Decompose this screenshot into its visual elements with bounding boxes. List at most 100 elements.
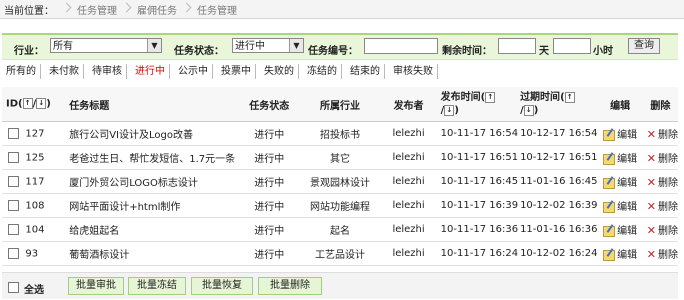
task-title-link[interactable]: 旅行公司VI设计及Logo改善	[69, 130, 193, 141]
task-pub-time: 10-11-17 16:39	[440, 200, 519, 211]
delete-link[interactable]: 删除	[658, 178, 678, 189]
edit-action[interactable]: 编辑	[597, 169, 643, 194]
pub-time-header: 发布时间(↑ / ↓)	[438, 87, 519, 122]
sort-down-icon[interactable]: ↓	[444, 104, 455, 116]
batch-delete-button[interactable]: 批量删除	[258, 277, 322, 295]
row-checkbox[interactable]	[8, 199, 19, 211]
task-end-time: 11-01-16 16:45	[520, 176, 598, 187]
sort-up-icon[interactable]: ↑	[485, 91, 496, 103]
sort-up-icon[interactable]: ↑	[22, 98, 33, 110]
edit-action[interactable]: 编辑	[597, 145, 643, 170]
sort-down-icon[interactable]: ↓	[523, 104, 534, 116]
tab-pending-review[interactable]: 待审核	[88, 64, 127, 79]
edit-link[interactable]: 编辑	[617, 226, 637, 237]
row-checkbox[interactable]	[8, 127, 19, 139]
edit-link[interactable]: 编辑	[617, 178, 637, 189]
tab-failed[interactable]: 失败的	[260, 64, 299, 79]
sort-up-icon[interactable]: ↑	[564, 91, 575, 103]
breadcrumb-item[interactable]: 任务管理	[72, 2, 122, 17]
sort-down-icon[interactable]: ↓	[36, 98, 47, 110]
edit-icon	[603, 153, 616, 165]
row-checkbox[interactable]	[8, 223, 19, 235]
tab-frozen[interactable]: 冻结的	[303, 64, 342, 79]
edit-link[interactable]: 编辑	[617, 250, 637, 261]
row-checkbox[interactable]	[8, 151, 19, 163]
batch-restore-button[interactable]: 批量恢复	[191, 277, 253, 295]
delete-link[interactable]: 删除	[658, 250, 678, 261]
query-button[interactable]: 查询	[628, 38, 660, 54]
status-label: 任务状态：	[174, 46, 224, 57]
delete-icon: ✕	[646, 176, 656, 190]
task-end-time: 10-12-17 16:51	[520, 152, 598, 163]
tab-voting[interactable]: 投票中	[217, 64, 256, 79]
delete-action[interactable]: ✕ 删除	[642, 217, 678, 242]
chevron-down-icon: ▼	[147, 39, 161, 52]
breadcrumb-item[interactable]: 雇佣任务	[132, 2, 182, 17]
id-header: ID(↑ / ↓)	[2, 87, 64, 122]
edit-action[interactable]: 编辑	[597, 193, 643, 218]
status-select[interactable]: 进行中 ▼	[232, 38, 304, 53]
tab-all[interactable]: 所有的	[2, 64, 41, 79]
task-title-link[interactable]: 老爸过生日、帮忙发短信、1.7元一条	[69, 154, 235, 165]
task-status: 进行中	[254, 130, 285, 141]
delete-link[interactable]: 删除	[658, 130, 678, 141]
table-row: 93 葡萄酒标设计 进行中 工艺品设计 lelezhi 10-11-17 16:…	[2, 241, 678, 266]
delete-action[interactable]: ✕ 删除	[642, 241, 678, 266]
task-end-time: 10-12-02 16:24	[520, 248, 598, 259]
breadcrumb-item[interactable]: 任务管理	[192, 2, 242, 17]
task-id: 127	[25, 128, 45, 140]
pub-time-header-label: 发布时间	[440, 92, 481, 103]
batch-action-bar: 全选 批量审批 批量冻结 批量恢复 批量删除	[2, 272, 678, 299]
industry-header: 所属行业	[301, 87, 379, 122]
publisher-header: 发布者	[378, 87, 439, 122]
status-select-value: 进行中	[235, 41, 265, 52]
delete-icon: ✕	[646, 248, 656, 262]
delete-action[interactable]: ✕ 删除	[642, 193, 678, 218]
task-publisher: lelezhi	[392, 224, 425, 235]
batch-freeze-button[interactable]: 批量冻结	[128, 277, 186, 295]
task-title-link[interactable]: 网站平面设计+html制作	[69, 202, 180, 213]
end-time-header-label: 过期时间	[520, 92, 561, 103]
remaining-hours-input[interactable]	[553, 38, 591, 54]
industry-select[interactable]: 所有 ▼	[50, 38, 162, 53]
end-time-header: 过期时间(↑ / ↓)	[518, 87, 598, 122]
chevron-right-icon	[182, 0, 192, 18]
row-checkbox[interactable]	[8, 247, 19, 259]
row-checkbox[interactable]	[8, 175, 19, 187]
edit-action[interactable]: 编辑	[597, 121, 643, 146]
tab-in-progress[interactable]: 进行中	[131, 64, 170, 79]
tab-ended[interactable]: 结束的	[346, 64, 385, 79]
select-all-label[interactable]: 全选	[24, 281, 44, 296]
chevron-down-icon: ▼	[289, 39, 303, 52]
remaining-time-label: 剩余时间：	[442, 46, 492, 57]
edit-link[interactable]: 编辑	[617, 154, 637, 165]
edit-link[interactable]: 编辑	[617, 130, 637, 141]
delete-action[interactable]: ✕ 删除	[642, 169, 678, 194]
tab-review-failed[interactable]: 审核失败	[389, 64, 438, 79]
task-title-link[interactable]: 葡萄酒标设计	[69, 250, 129, 261]
task-title-link[interactable]: 厦门外贸公司LOGO标志设计	[69, 178, 198, 189]
delete-link[interactable]: 删除	[658, 154, 678, 165]
delete-icon: ✕	[646, 200, 656, 214]
tab-public[interactable]: 公示中	[174, 64, 213, 79]
edit-link[interactable]: 编辑	[617, 202, 637, 213]
task-title-link[interactable]: 给虎姐起名	[69, 226, 119, 237]
task-industry: 起名	[329, 226, 350, 237]
task-id: 93	[25, 248, 39, 260]
delete-action[interactable]: ✕ 删除	[642, 121, 678, 146]
delete-action[interactable]: ✕ 删除	[642, 145, 678, 170]
batch-approve-button[interactable]: 批量审批	[68, 277, 124, 295]
edit-icon	[603, 177, 616, 189]
edit-action[interactable]: 编辑	[597, 241, 643, 266]
tab-unpaid[interactable]: 未付款	[45, 64, 84, 79]
delete-link[interactable]: 删除	[658, 226, 678, 237]
edit-action[interactable]: 编辑	[597, 217, 643, 242]
task-number-input[interactable]	[364, 38, 438, 54]
task-publisher: lelezhi	[392, 176, 425, 187]
remaining-days-input[interactable]	[498, 38, 536, 54]
delete-header: 删除	[642, 87, 678, 122]
delete-link[interactable]: 删除	[658, 202, 678, 213]
select-all-checkbox[interactable]	[8, 282, 19, 293]
table-row: 125 老爸过生日、帮忙发短信、1.7元一条 进行中 其它 lelezhi 10…	[2, 145, 678, 170]
task-id: 108	[25, 200, 45, 212]
